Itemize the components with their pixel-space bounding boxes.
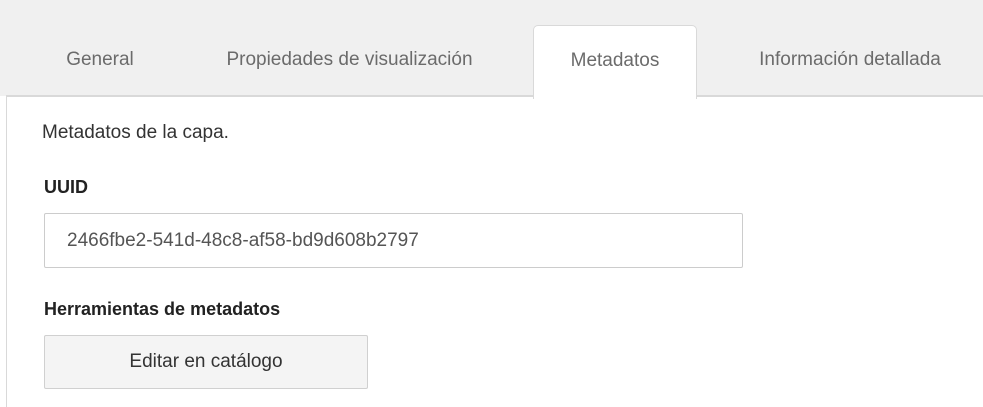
uuid-label: UUID [44,177,88,197]
tab-display-properties[interactable]: Propiedades de visualización [183,25,516,95]
tab-detailed-information[interactable]: Información detallada [717,25,983,95]
metadata-tools-label: Herramientas de metadatos [44,299,281,319]
panel-description: Metadatos de la capa. [42,122,229,143]
tab-metadata[interactable]: Metadatos [533,25,697,99]
uuid-field[interactable] [44,213,743,268]
edit-in-catalog-button[interactable]: Editar en catálogo [44,335,368,389]
tab-general[interactable]: General [48,25,152,95]
